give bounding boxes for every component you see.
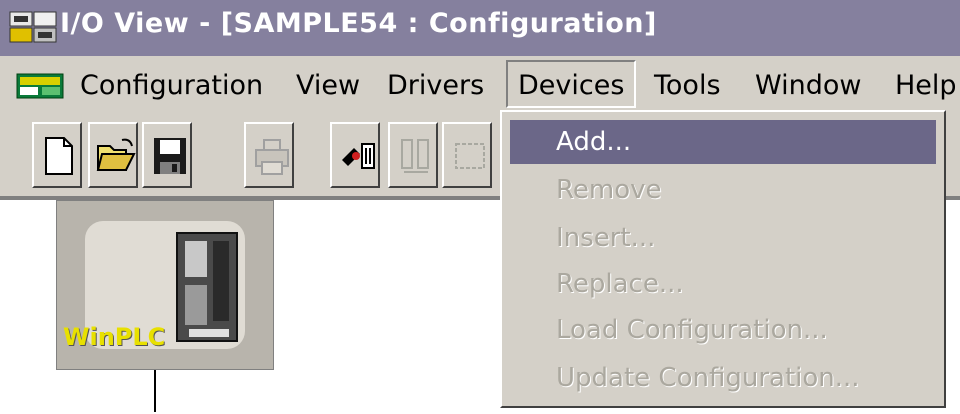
menu-tools[interactable]: Tools bbox=[654, 64, 721, 108]
app-icon bbox=[9, 11, 57, 43]
menu-view[interactable]: View bbox=[296, 64, 360, 108]
menu-drivers[interactable]: Drivers bbox=[387, 64, 484, 108]
menu-item-replace[interactable]: Replace... bbox=[510, 262, 936, 306]
menu-help[interactable]: Help bbox=[895, 64, 957, 108]
menu-item-insert[interactable]: Insert... bbox=[510, 216, 936, 260]
system-menu-icon[interactable] bbox=[16, 73, 64, 99]
menu-item-load-configuration[interactable]: Load Configuration... bbox=[510, 308, 936, 352]
title-bar: I/O View - [SAMPLE54 : Configuration] bbox=[0, 0, 960, 56]
save-disk-icon bbox=[154, 138, 186, 174]
connect-device-icon bbox=[342, 143, 375, 169]
save-button[interactable] bbox=[142, 122, 192, 188]
devices-dropdown-menu: Add... Remove Insert... Replace... Load … bbox=[500, 110, 946, 408]
plc-module-icon bbox=[176, 232, 238, 342]
tree-connector-line bbox=[154, 370, 156, 412]
open-button[interactable] bbox=[88, 122, 138, 188]
new-button[interactable] bbox=[32, 122, 82, 188]
menu-item-add[interactable]: Add... bbox=[510, 120, 936, 164]
menu-devices[interactable]: Devices bbox=[506, 60, 637, 108]
open-folder-icon bbox=[96, 138, 136, 171]
transfer-button[interactable] bbox=[388, 122, 438, 188]
frame-icon bbox=[455, 143, 485, 169]
menu-window[interactable]: Window bbox=[755, 64, 861, 108]
transfer-icon bbox=[401, 139, 429, 173]
frame-button[interactable] bbox=[442, 122, 492, 188]
connect-button[interactable] bbox=[330, 122, 380, 188]
window-title: I/O View - [SAMPLE54 : Configuration] bbox=[60, 8, 657, 39]
device-label: WinPLC bbox=[63, 323, 166, 351]
menu-item-remove[interactable]: Remove bbox=[510, 168, 936, 212]
print-button[interactable] bbox=[244, 122, 294, 188]
new-document-icon bbox=[45, 137, 73, 175]
menu-item-update-configuration[interactable]: Update Configuration... bbox=[510, 356, 936, 400]
menu-configuration[interactable]: Configuration bbox=[80, 64, 263, 108]
winplc-device-node[interactable]: WinPLC bbox=[56, 200, 274, 370]
print-icon bbox=[255, 139, 289, 175]
